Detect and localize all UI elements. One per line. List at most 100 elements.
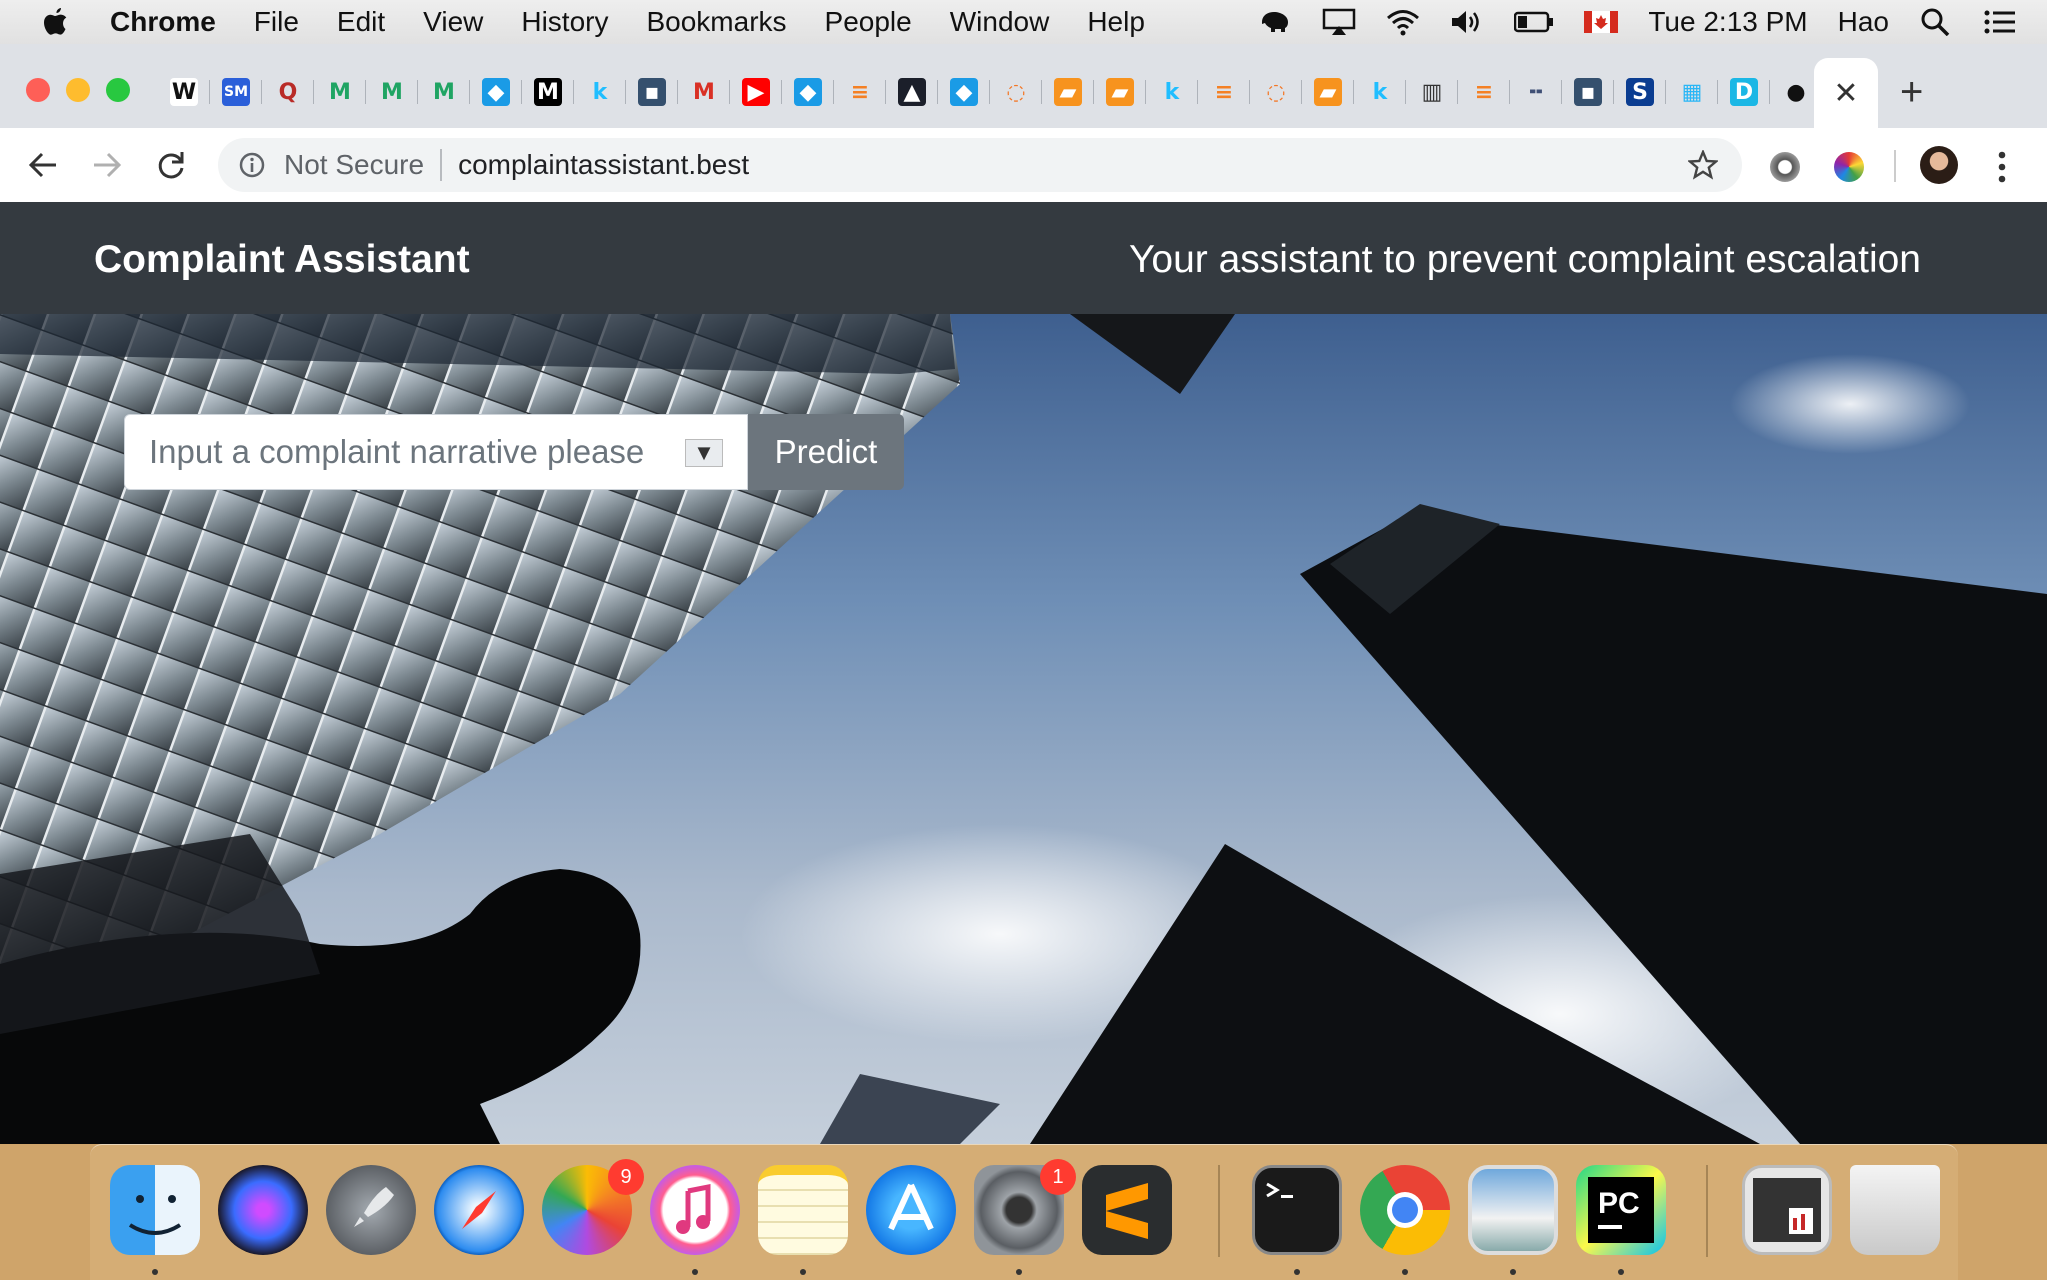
minimize-window-button[interactable] — [66, 78, 90, 102]
pinned-tab[interactable]: ▦ — [1666, 70, 1718, 114]
pinned-tab[interactable]: k — [1146, 70, 1198, 114]
menu-window[interactable]: Window — [950, 6, 1050, 38]
pinned-tab[interactable]: M — [678, 70, 730, 114]
status-area: Tue 2:13 PM Hao — [1258, 0, 2047, 44]
pycharm-dock-icon[interactable]: PC — [1576, 1165, 1666, 1255]
pinned-tab[interactable]: ▪ — [626, 70, 678, 114]
pinned-tab[interactable]: ╍ — [1510, 70, 1562, 114]
more-menu-icon[interactable] — [1998, 150, 2006, 184]
pinned-tab[interactable]: ≡ — [1458, 70, 1510, 114]
pinned-tab[interactable]: ◌ — [990, 70, 1042, 114]
itunes-dock-icon[interactable] — [650, 1165, 740, 1255]
pinned-tab[interactable]: D — [1718, 70, 1770, 114]
pinned-tab[interactable]: M — [366, 70, 418, 114]
menu-history[interactable]: History — [521, 6, 608, 38]
shield-favicon: ◆ — [794, 78, 822, 106]
menu-help[interactable]: Help — [1087, 6, 1145, 38]
wifi-icon[interactable] — [1386, 8, 1420, 36]
document-dock-icon[interactable] — [1742, 1165, 1832, 1255]
pycharm-pc-icon: PC — [1588, 1177, 1654, 1243]
pinned-tab[interactable]: SM — [210, 70, 262, 114]
complaint-select[interactable]: Input a complaint narrative please ▼ — [124, 414, 748, 490]
url-text[interactable]: complaintassistant.best — [458, 149, 749, 181]
pinned-tab[interactable]: k — [574, 70, 626, 114]
predict-button[interactable]: Predict — [748, 414, 904, 490]
gmail-favicon: M — [430, 78, 458, 106]
pinned-tab[interactable]: ▰ — [1302, 70, 1354, 114]
safari-dock-icon[interactable] — [434, 1165, 524, 1255]
forward-arrow-icon[interactable] — [90, 148, 124, 182]
address-bar[interactable]: Not Secure complaintassistant.best — [218, 138, 1742, 192]
spotlight-search-icon[interactable] — [1919, 8, 1953, 36]
close-window-button[interactable] — [26, 78, 50, 102]
pinned-tab[interactable]: Q — [262, 70, 314, 114]
fullscreen-window-button[interactable] — [106, 78, 130, 102]
apple-logo-icon[interactable] — [42, 6, 70, 38]
canada-flag-icon[interactable] — [1584, 11, 1619, 33]
stackoverflow-favicon: ≡ — [846, 78, 874, 106]
battery-icon[interactable] — [1514, 8, 1554, 36]
sublime-text-dock-icon[interactable] — [1082, 1165, 1172, 1255]
bookmark-star-icon[interactable] — [1688, 150, 1718, 180]
notification-center-icon[interactable] — [1983, 8, 2017, 36]
running-indicator — [1294, 1269, 1300, 1275]
pinned-tab[interactable]: S — [1614, 70, 1666, 114]
tab-active[interactable]: ✕ — [1814, 58, 1878, 128]
complaint-select-placeholder: Input a complaint narrative please — [149, 433, 645, 470]
pinned-tab[interactable]: ◌ — [1250, 70, 1302, 114]
preview-dock-icon[interactable] — [1468, 1165, 1558, 1255]
pinned-tab[interactable]: ▲ — [886, 70, 938, 114]
menu-edit[interactable]: Edit — [337, 6, 385, 38]
reload-icon[interactable] — [154, 148, 188, 182]
info-icon[interactable] — [238, 151, 266, 179]
system-preferences-badge: 1 — [1040, 1159, 1076, 1195]
pinned-tab[interactable]: ▰ — [1094, 70, 1146, 114]
new-tab-button[interactable]: + — [1900, 72, 1923, 112]
book-favicon: ▰ — [1106, 78, 1134, 106]
profile-avatar[interactable] — [1920, 146, 1958, 184]
pinned-tab[interactable]: M — [314, 70, 366, 114]
volume-icon[interactable] — [1450, 8, 1484, 36]
app-store-dock-icon[interactable] — [866, 1165, 956, 1255]
pinned-tab[interactable]: M — [418, 70, 470, 114]
chrome-dock-icon[interactable] — [1360, 1165, 1450, 1255]
sublime-s-icon — [1106, 1183, 1148, 1239]
airplay-icon[interactable] — [1322, 8, 1356, 36]
siri-dock-icon[interactable] — [218, 1165, 308, 1255]
launchpad-dock-icon[interactable] — [326, 1165, 416, 1255]
menu-people[interactable]: People — [825, 6, 912, 38]
pinned-tab[interactable]: k — [1354, 70, 1406, 114]
menu-app-name[interactable]: Chrome — [110, 6, 216, 38]
menu-bookmarks[interactable]: Bookmarks — [646, 6, 786, 38]
security-label[interactable]: Not Secure — [284, 149, 424, 181]
pinned-tab[interactable]: ▶ — [730, 70, 782, 114]
pinned-tab[interactable]: M — [522, 70, 574, 114]
extension-camera-icon[interactable] — [1834, 152, 1864, 182]
brand-title[interactable]: Complaint Assistant — [94, 238, 470, 282]
trash-dock-icon[interactable] — [1850, 1165, 1940, 1255]
shield-favicon: ◆ — [950, 78, 978, 106]
terminal-dock-icon[interactable] — [1252, 1165, 1342, 1255]
pinned-tab[interactable]: ◆ — [938, 70, 990, 114]
pinned-tab[interactable]: ▪ — [1562, 70, 1614, 114]
pinned-tab[interactable]: W — [158, 70, 210, 114]
notes-dock-icon[interactable] — [758, 1165, 848, 1255]
menu-clock[interactable]: Tue 2:13 PM — [1648, 6, 1807, 38]
extension-circle-icon[interactable] — [1770, 152, 1800, 182]
menu-user[interactable]: Hao — [1838, 6, 1889, 38]
pinned-tab[interactable]: ≡ — [1198, 70, 1250, 114]
back-arrow-icon[interactable] — [26, 148, 60, 182]
finder-dock-icon[interactable] — [110, 1165, 200, 1255]
menu-view[interactable]: View — [423, 6, 483, 38]
tab-close-icon[interactable]: ✕ — [1833, 76, 1858, 111]
web-page: Complaint Assistant Your assistant to pr… — [0, 202, 2047, 1144]
dropdown-arrow-icon[interactable]: ▼ — [685, 439, 723, 467]
running-indicator — [1402, 1269, 1408, 1275]
pinned-tab[interactable]: ▰ — [1042, 70, 1094, 114]
pinned-tab[interactable]: ▥ — [1406, 70, 1458, 114]
evernote-elephant-icon[interactable] — [1258, 8, 1292, 36]
pinned-tab[interactable]: ◆ — [470, 70, 522, 114]
pinned-tab[interactable]: ◆ — [782, 70, 834, 114]
pinned-tab[interactable]: ≡ — [834, 70, 886, 114]
menu-file[interactable]: File — [254, 6, 299, 38]
